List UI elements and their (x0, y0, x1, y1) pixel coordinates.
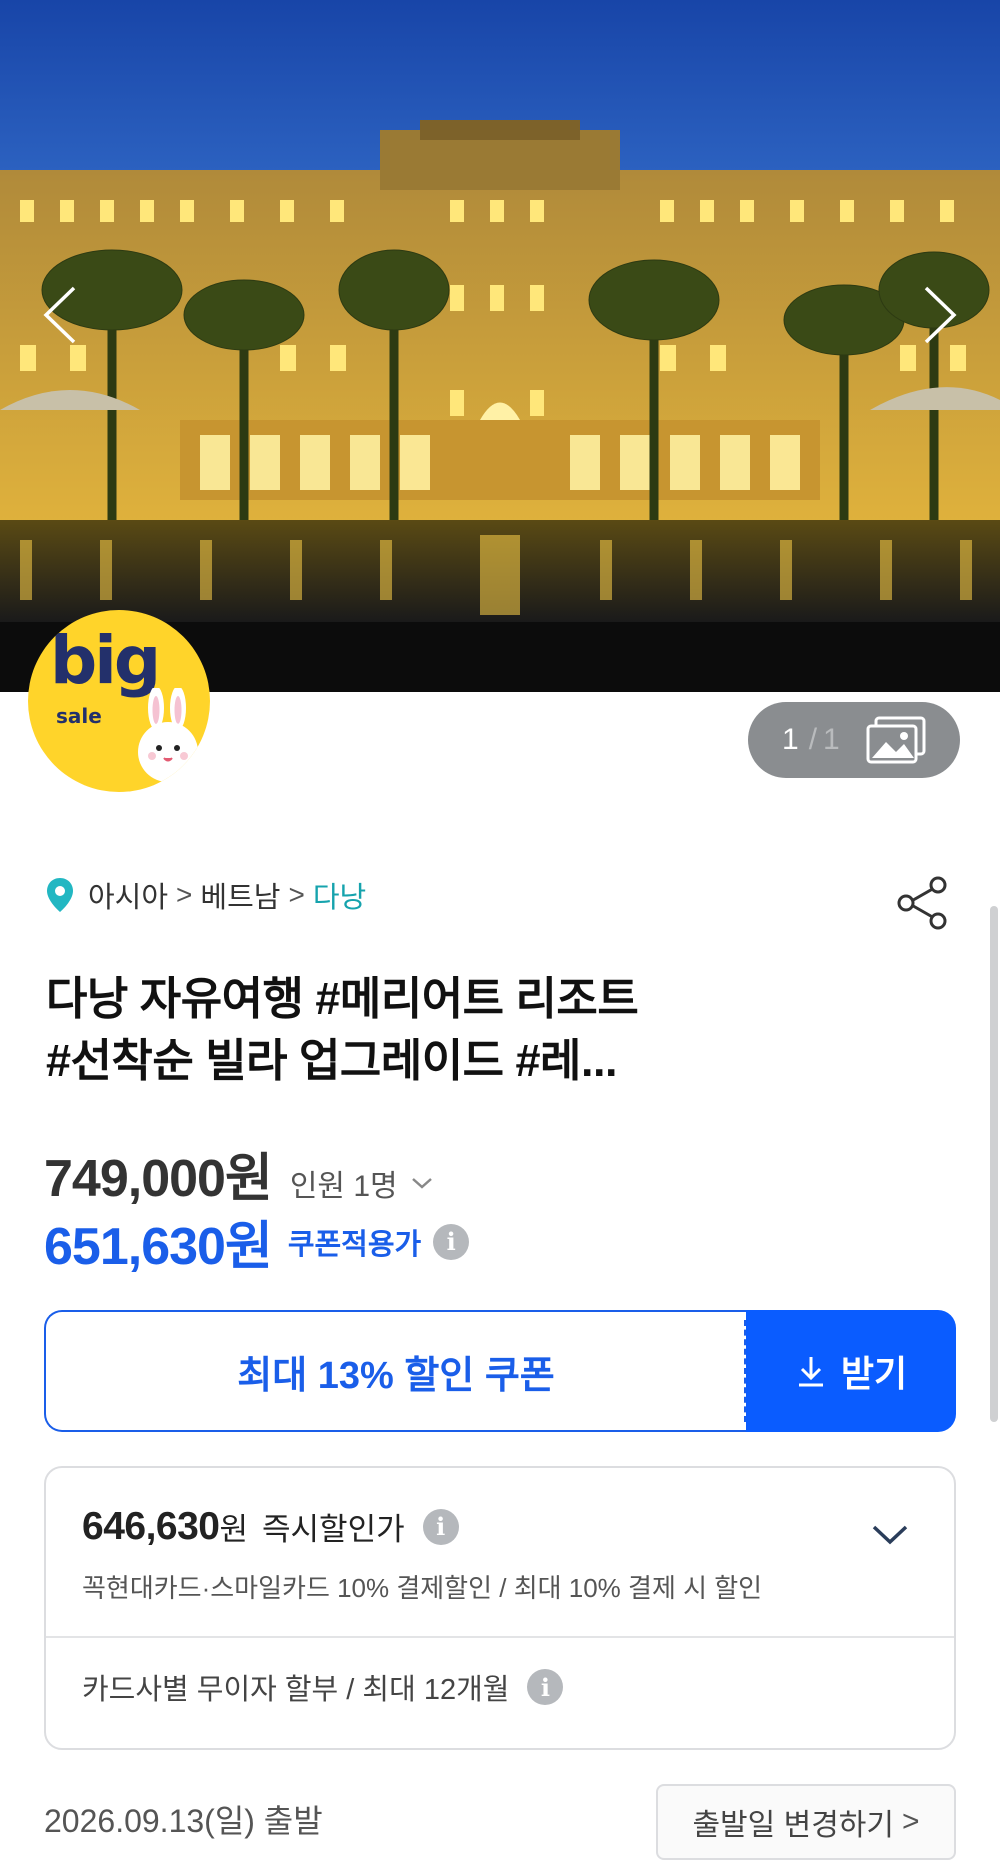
gallery-counter[interactable]: 1 / 1 (748, 702, 960, 778)
pax-label: 인원 1명 (289, 1170, 398, 1203)
installment-text: 카드사별 무이자 할부 / 최대 12개월 (82, 1674, 510, 1706)
next-image-button[interactable] (910, 282, 966, 348)
bunny-icon (138, 688, 198, 782)
chevron-down-icon (872, 1525, 908, 1545)
installment-row: 카드사별 무이자 할부 / 최대 12개월 i (82, 1666, 564, 1708)
coupon-suffix: 할인 쿠폰 (393, 1354, 555, 1397)
coupon-price-row: 651,630원 쿠폰적용가 i (44, 1204, 470, 1279)
product-title-line1: 다낭 자유여행 #메리어트 리조트 (46, 973, 639, 1024)
resort-photo (0, 0, 1000, 692)
share-button[interactable] (892, 872, 954, 934)
instant-discount-desc: 꼭현대카드·스마일카드 10% 결제할인 / 최대 10% 결제 시 할인 (82, 1573, 763, 1603)
chevron-right-icon: > (902, 1805, 920, 1838)
share-icon (897, 876, 947, 930)
breadcrumb-item-vietnam[interactable]: 베트남 (200, 874, 280, 916)
counter-total: 1 (823, 723, 840, 756)
instant-discount-price: 646,630 (82, 1504, 220, 1548)
change-departure-label: 출발일 변경하기 (692, 1809, 894, 1842)
badge-sale-text: sale (56, 704, 102, 728)
product-price: 749,000원 (44, 1150, 273, 1208)
scrollbar[interactable] (990, 906, 998, 1422)
chevron-down-icon (411, 1178, 432, 1189)
pax-select[interactable]: 인원 1명 (290, 1161, 434, 1205)
breadcrumb-item-danang[interactable]: 다낭 (313, 874, 366, 916)
gallery-icon (866, 716, 926, 764)
coupon-text: 최대 13% 할인 쿠폰 (237, 1344, 555, 1399)
info-icon[interactable]: i (422, 1508, 459, 1545)
get-coupon-label: 받기 (840, 1353, 908, 1394)
info-icon[interactable]: i (527, 1669, 564, 1705)
price-row: 749,000원 인원 1명 (44, 1136, 434, 1211)
instant-discount-row: 646,630 원 즉시할인가 i (82, 1504, 459, 1549)
badge-big-text: big (50, 622, 161, 699)
coupon-price: 651,630원 (44, 1218, 273, 1276)
counter-current: 1 (782, 723, 799, 756)
payment-benefit-card: 646,630 원 즉시할인가 i 꼭현대카드·스마일카드 10% 결제할인 /… (44, 1466, 956, 1750)
chevron-right-icon (924, 286, 957, 344)
breadcrumb-item-asia[interactable]: 아시아 (88, 874, 168, 916)
get-coupon-button[interactable]: 받기 (746, 1310, 956, 1432)
location-pin-icon (46, 877, 74, 913)
counter-separator: / (808, 723, 818, 756)
coupon-banner[interactable]: 최대 13% 할인 쿠폰 (44, 1310, 746, 1432)
coupon-price-label: 쿠폰적용가 (287, 1228, 422, 1261)
breadcrumb-separator: > (288, 879, 305, 910)
coupon-prefix: 최대 (237, 1354, 318, 1397)
departure-date: 2026.09.13(일) 출발 (44, 1803, 323, 1839)
breadcrumb: 아시아 > 베트남 > 다낭 (46, 870, 366, 920)
coupon-percent: 13% (317, 1354, 394, 1397)
instant-discount-label: 즉시할인가 (262, 1512, 405, 1547)
download-icon (798, 1357, 823, 1387)
prev-image-button[interactable] (34, 282, 90, 348)
big-sale-badge: big sale (28, 610, 210, 792)
divider (46, 1636, 954, 1638)
instant-discount-unit: 원 (219, 1512, 249, 1547)
chevron-left-icon (43, 286, 76, 344)
product-title-line2: #선착순 빌라 업그레이드 #레... (46, 1035, 617, 1086)
info-icon[interactable]: i (433, 1223, 470, 1260)
change-departure-button[interactable]: 출발일 변경하기 > (656, 1784, 956, 1860)
product-title: 다낭 자유여행 #메리어트 리조트 #선착순 빌라 업그레이드 #레... (46, 968, 766, 1092)
breadcrumb-separator: > (176, 879, 193, 910)
hero-image[interactable] (0, 0, 1000, 692)
instant-discount-toggle[interactable]: 646,630 원 즉시할인가 i 꼭현대카드·스마일카드 10% 결제할인 /… (46, 1468, 954, 1636)
